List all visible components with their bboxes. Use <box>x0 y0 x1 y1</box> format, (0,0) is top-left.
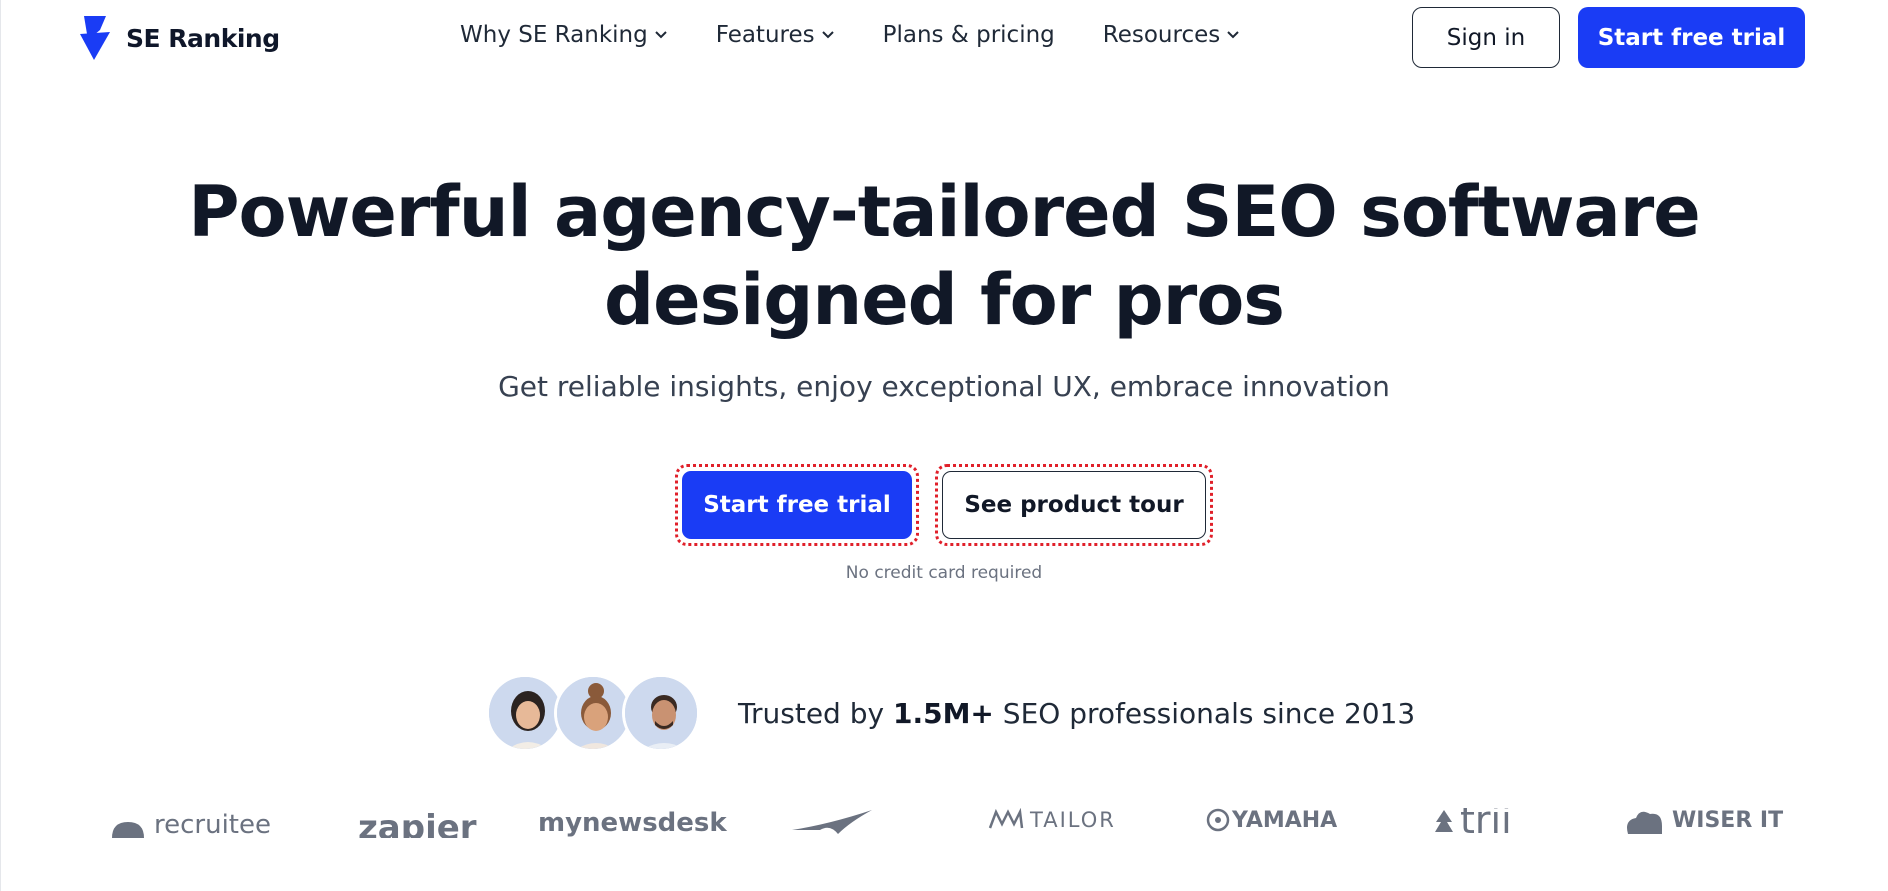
client-logo-tailor: TAILOR <box>988 808 1116 838</box>
person-photo-icon <box>625 677 697 749</box>
trust-suffix: SEO professionals since 2013 <box>993 696 1416 730</box>
nav-features[interactable]: Features <box>716 22 835 48</box>
nav-resources[interactable]: Resources <box>1103 22 1240 48</box>
person-photo-icon <box>489 677 561 749</box>
nav-plans-pricing[interactable]: Plans & pricing <box>883 22 1055 48</box>
cta-focus-outline: See product tour <box>935 464 1213 546</box>
hero-title-line1: Powerful agency-tailored SEO software <box>188 171 1700 253</box>
hero-cta-row: Start free trial See product tour <box>0 464 1888 546</box>
se-ranking-bolt-icon <box>80 16 110 60</box>
avatar-group <box>486 674 700 752</box>
client-logos-strip: recruitee zapier mynewsdesk TAILOR YAMAH… <box>0 808 1888 838</box>
nav-item-label: Resources <box>1102 22 1221 48</box>
hero-title-line2: designed for pros <box>604 259 1285 341</box>
client-logo-yamaha: YAMAHA <box>1206 808 1337 838</box>
trust-prefix: Trusted by <box>738 696 893 730</box>
product-tour-button[interactable]: See product tour <box>942 471 1206 539</box>
nav-item-label: Features <box>715 22 815 48</box>
trust-row: Trusted by 1.5M+ SEO professionals since… <box>486 674 1415 752</box>
site-header: SE Ranking Why SE Ranking Features Plans… <box>0 0 1888 76</box>
tailor-icon <box>988 808 1024 829</box>
person-photo-icon <box>557 677 629 749</box>
client-logo-zapier: zapier <box>358 808 477 838</box>
main-nav: Why SE Ranking Features Plans & pricing … <box>460 22 1288 48</box>
avatar <box>554 674 632 752</box>
brand-logo[interactable]: SE Ranking <box>76 16 280 60</box>
tree-icon <box>1435 810 1453 832</box>
sign-in-button[interactable]: Sign in <box>1412 7 1560 68</box>
hero-start-trial-button[interactable]: Start free trial <box>682 471 912 539</box>
no-credit-card-note: No credit card required <box>845 563 1043 583</box>
client-logo-wiser-it: WISER IT <box>1622 808 1783 838</box>
trust-statement: Trusted by 1.5M+ SEO professionals since… <box>738 697 1415 730</box>
client-logo-mynewsdesk: mynewsdesk <box>538 808 727 838</box>
page-frame <box>0 0 1888 891</box>
mizuno-runbird-icon <box>792 810 872 834</box>
chevron-down-icon <box>821 31 834 39</box>
client-logo-trii: trii <box>1432 808 1512 838</box>
nav-item-label: Plans & pricing <box>882 22 1055 48</box>
nav-why-se-ranking[interactable]: Why SE Ranking <box>460 22 668 48</box>
nav-item-label: Why SE Ranking <box>460 22 648 48</box>
chevron-down-icon <box>1227 31 1239 39</box>
wiser-it-icon <box>1627 811 1662 834</box>
brand-name: SE Ranking <box>126 23 280 53</box>
user-count: 1.5M+ <box>892 696 994 730</box>
hero-subtitle: Get reliable insights, enjoy exceptional… <box>498 370 1390 403</box>
yamaha-tuning-forks-icon <box>1206 808 1230 832</box>
avatar <box>486 674 564 752</box>
client-logo-mizuno <box>790 810 874 838</box>
cta-focus-outline: Start free trial <box>675 464 919 546</box>
avatar <box>622 674 700 752</box>
hero-title: Powerful agency-tailored SEO software de… <box>0 168 1888 344</box>
chevron-down-icon <box>655 31 667 39</box>
header-start-trial-button[interactable]: Start free trial <box>1578 7 1805 68</box>
recruitee-icon <box>112 822 144 838</box>
client-logo-recruitee: recruitee <box>108 808 271 838</box>
